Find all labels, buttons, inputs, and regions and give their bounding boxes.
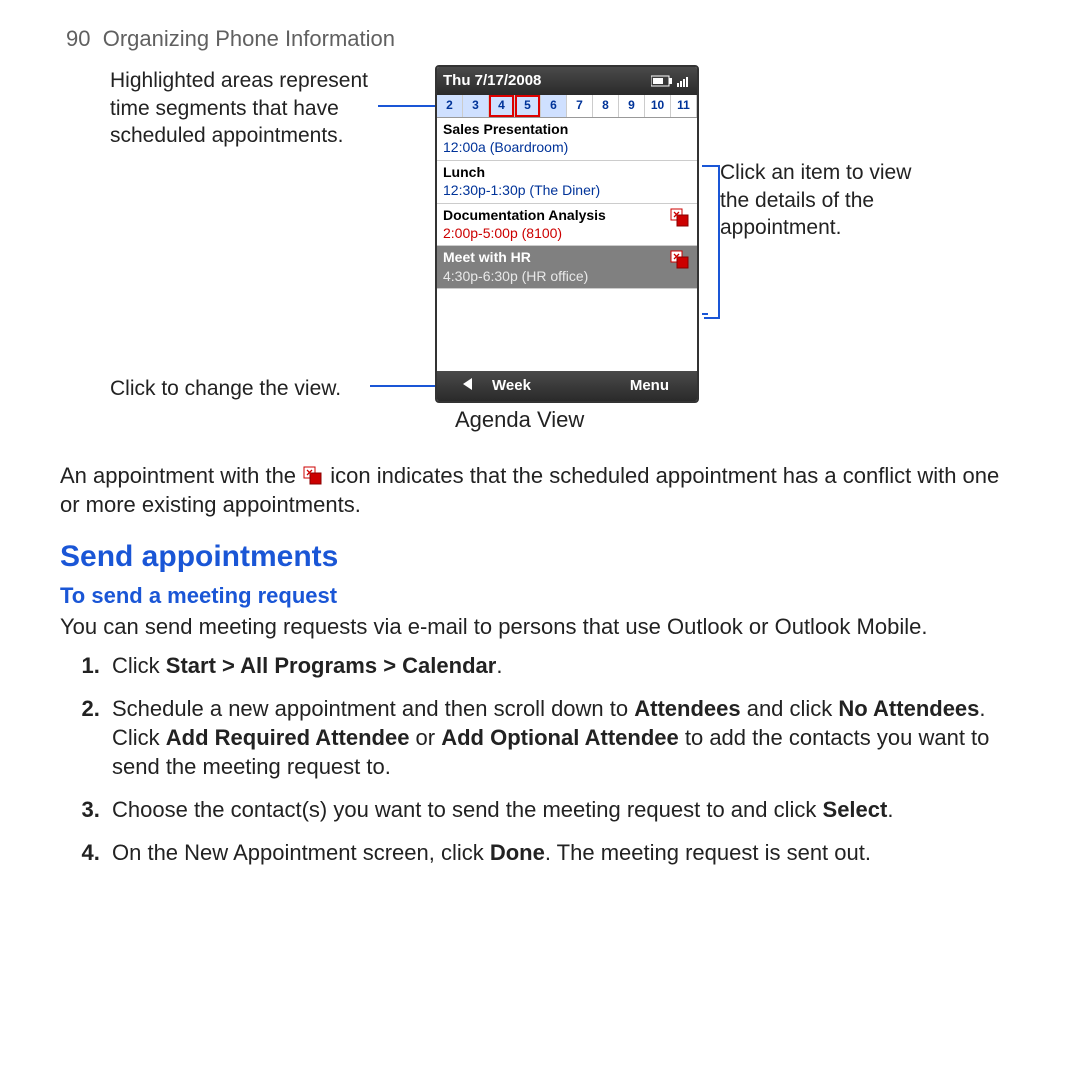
event-title: Documentation Analysis [443,206,691,224]
event-subtitle: 4:30p-6:30p (HR office) [443,267,691,285]
section-intro: You can send meeting requests via e-mail… [60,612,1020,641]
sub-heading: To send a meeting request [60,581,1020,610]
hour-cell: 7 [567,95,593,117]
event-subtitle: 12:00a (Boardroom) [443,138,691,156]
list-item: Choose the contact(s) you want to send t… [106,795,1020,824]
event-list: Sales Presentation12:00a (Boardroom)Lunc… [437,118,697,290]
page-header: 90 Organizing Phone Information [66,24,1020,53]
conflict-icon-explanation: An appointment with the icon indicates t… [60,461,1020,519]
event-title: Sales Presentation [443,120,691,138]
left-arrow-icon [463,378,472,390]
hour-cell: 11 [671,95,697,117]
hour-cell: 8 [593,95,619,117]
event-subtitle: 12:30p-1:30p (The Diner) [443,181,691,199]
phone-title-bar: Thu 7/17/2008 [437,67,697,95]
hour-cell: 4 [489,95,515,117]
softkey-bar: Week Menu [437,371,697,401]
phone-screenshot: Thu 7/17/2008 234567891011 Sales Present… [435,65,699,403]
list-item: On the New Appointment screen, click Don… [106,838,1020,867]
softkey-right[interactable]: Menu [630,376,669,396]
hour-cell: 9 [619,95,645,117]
page-number: 90 [66,26,90,51]
calendar-event[interactable]: Sales Presentation12:00a (Boardroom) [437,118,697,161]
conflict-icon [302,466,324,486]
calendar-event[interactable]: Lunch12:30p-1:30p (The Diner) [437,161,697,204]
signal-icon [677,75,691,87]
hour-cell: 5 [515,95,541,117]
calendar-event[interactable]: Documentation Analysis2:00p-5:00p (8100) [437,204,697,247]
hour-cell: 3 [463,95,489,117]
list-item: Schedule a new appointment and then scro… [106,694,1020,781]
softkey-left[interactable]: Week [492,376,531,396]
hour-timeline: 234567891011 [437,95,697,118]
phone-date: Thu 7/17/2008 [443,71,541,91]
callout-change-view: Click to change the view. [110,375,415,403]
callout-highlighted-areas: Highlighted areas represent time segment… [110,67,390,150]
chapter-title: Organizing Phone Information [103,26,395,51]
event-title: Meet with HR [443,248,691,266]
callout-click-item: Click an item to view the details of the… [720,159,920,242]
list-item: Click Start > All Programs > Calendar. [106,651,1020,680]
hour-cell: 2 [437,95,463,117]
calendar-event[interactable]: Meet with HR4:30p-6:30p (HR office) [437,246,697,289]
event-title: Lunch [443,163,691,181]
steps-list: Click Start > All Programs > Calendar. Sc… [60,651,1020,867]
section-heading: Send appointments [60,537,1020,577]
conflict-icon [669,208,691,228]
hour-cell: 6 [541,95,567,117]
conflict-icon [669,250,691,270]
event-subtitle: 2:00p-5:00p (8100) [443,224,691,242]
status-icons [651,71,691,91]
hour-cell: 10 [645,95,671,117]
battery-icon [651,75,673,87]
agenda-view-diagram: Highlighted areas represent time segment… [110,65,970,435]
diagram-caption: Agenda View [455,405,695,434]
